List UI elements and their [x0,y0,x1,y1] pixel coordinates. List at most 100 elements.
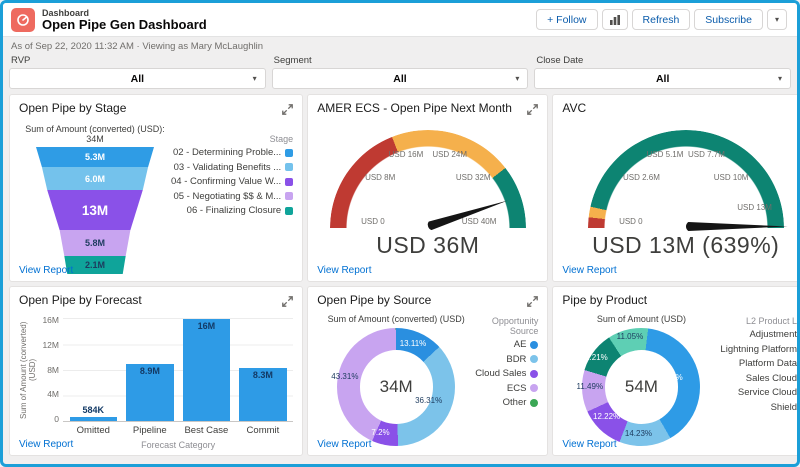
gauge-tick: USD 2.6M [622,173,660,183]
bar-plot-area[interactable]: 584K 8.9M 16M 8.3M [63,318,294,422]
slice-label: 12.22% [593,411,621,421]
gauge-tick: USD 0 [361,217,385,226]
bar-commit[interactable]: 8.3M [239,368,287,421]
chart-subtitle: Sum of Amount (USD) [596,314,686,324]
card-open-pipe-by-forecast: Open Pipe by Forecast Sum of Amount (con… [9,286,304,456]
expand-icon[interactable] [527,102,539,120]
widget-grid: Open Pipe by Stage Sum of Amount (conver… [9,94,797,456]
card-avc: AVC USD 0 USD 2.6M USD 5.1M USD 7.7M USD… [552,94,797,326]
refresh-button[interactable]: Refresh [631,9,691,30]
widget-title: Pipe by Product [562,293,648,307]
close-date-filter: Close Date All ▾ [534,55,791,89]
legend-chip [530,369,539,378]
funnel-value: 6.0M [84,173,105,184]
legend-item[interactable]: 04 - Confirming Value W... [171,176,294,187]
rvp-filter-select[interactable]: All ▾ [9,68,266,89]
close-date-filter-select[interactable]: All ▾ [534,68,791,89]
widget-title: Open Pipe by Stage [19,101,127,115]
bar-omitted[interactable]: 584K [69,405,118,421]
bar-best-case[interactable]: 16M [182,319,231,421]
funnel-slice[interactable]: 5.8M [59,230,131,256]
x-axis-ticks: Omitted Pipeline Best Case Commit [76,425,280,436]
expand-icon[interactable] [527,294,539,312]
gauge-tick: USD 32M [455,173,491,183]
slice-label: 13.11% [399,338,427,348]
expand-icon[interactable] [282,102,294,120]
legend-item[interactable]: 05 - Negotiating $$ & M... [171,191,294,202]
filter-value: All [655,72,670,85]
slice-label: 36.31% [415,396,443,406]
legend-chip [285,148,294,157]
follow-button[interactable]: + Follow [536,9,598,30]
legend-item[interactable]: Adjustment [720,329,797,340]
segment-filter-select[interactable]: All ▾ [271,68,529,89]
legend-item[interactable]: 02 - Determining Proble... [171,147,294,158]
chevron-down-icon: ▾ [252,74,257,83]
view-report-link[interactable]: View Report [562,439,616,450]
dashboard-app-icon [11,7,35,32]
subscribe-button[interactable]: Subscribe [694,9,763,30]
slice-label: 11.21% [581,352,608,362]
gauge-tick: USD 8M [365,173,396,183]
chart-subtitle: Sum of Amount (converted) (USD): 34M [25,124,165,144]
donut-chart[interactable]: 39.76% 14.23% 12.22% 11.49% 11.21% 11.05… [577,328,701,446]
legend-chip [285,192,294,200]
donut-center-value: 34M [379,377,413,396]
legend-item[interactable]: Platform Data [720,358,797,369]
stage-legend: Stage 02 - Determining Proble... 03 - Va… [171,124,294,274]
view-report-link[interactable]: View Report [317,439,371,450]
view-report-link[interactable]: View Report [19,265,73,276]
filter-label: RVP [11,55,31,66]
view-report-link[interactable]: View Report [19,439,73,450]
funnel-chart[interactable]: 5.3M 6.0M 13M 5.8M 2.1M [36,147,154,274]
gauge-chart[interactable]: USD 0 USD 8M USD 16M USD 24M USD 32M USD… [329,130,526,326]
view-report-link[interactable]: View Report [562,265,616,276]
gauge-tick: USD 5.1M [646,149,684,159]
donut-chart[interactable]: 13.11% 36.31% 7.2% 43.31% 34M [331,328,456,446]
funnel-value: 13M [81,202,109,218]
more-actions-button[interactable]: ▾ [766,9,787,30]
legend-item[interactable]: ECS [475,383,539,394]
legend-chip [285,163,294,171]
gauge-tick: USD 7.7M [688,149,725,159]
filter-label: Segment [273,55,312,66]
legend-item[interactable]: Lightning Platform [720,344,797,355]
charts-icon-button[interactable] [601,9,628,30]
card-amer-ecs-open-pipe-next-month: AMER ECS - Open Pipe Next Month USD 0 US… [307,94,549,326]
legend-item[interactable]: Sales Cloud [720,373,797,384]
card-open-pipe-by-stage: Open Pipe by Stage Sum of Amount (conver… [9,94,304,282]
funnel-slice[interactable]: 5.3M [36,147,154,167]
legend-item[interactable]: 03 - Validating Benefits ... [171,162,294,173]
widget-title: Open Pipe by Source [317,293,432,307]
legend-chip [530,384,539,392]
legend-title: Stage [269,134,294,144]
widget-title: AMER ECS - Open Pipe Next Month [317,101,512,115]
view-report-link[interactable]: View Report [317,265,371,276]
gauge-chart[interactable]: USD 0 USD 2.6M USD 5.1M USD 7.7M USD 10M… [587,130,788,326]
legend-item[interactable]: Other [475,397,539,408]
dashboard-header: Dashboard Open Pipe Gen Dashboard + Foll… [3,3,797,37]
legend-chip [530,398,539,407]
donut-center-value: 54M [624,377,658,396]
legend-item[interactable]: Cloud Sales [475,368,539,379]
filter-value: All [393,72,407,85]
legend-title: L2 Product Line [745,316,799,326]
widget-title: Open Pipe by Forecast [19,293,142,307]
bar-value: 8.9M [139,366,160,377]
legend-item[interactable]: AE [475,339,539,350]
funnel-slice[interactable]: 13M [47,190,143,230]
asof-text: As of Sep 22, 2020 11:32 AM · Viewing as… [11,41,264,52]
bar-chart-icon [609,14,620,25]
legend-title: Opportunity Source [491,316,539,336]
rvp-filter: RVP All ▾ [9,55,266,89]
funnel-slice[interactable]: 6.0M [41,167,149,190]
legend-item[interactable]: Shield [720,402,797,413]
legend-item[interactable]: Service Cloud [720,387,797,398]
expand-icon[interactable] [282,294,294,312]
filter-bar: RVP All ▾ Segment All ▾ Close Date All ▾ [9,55,791,89]
bar-value: 584K [82,405,105,416]
slice-label: 7.2% [371,428,390,438]
legend-item[interactable]: 06 - Finalizing Closure [171,205,294,216]
bar-pipeline[interactable]: 8.9M [126,364,174,421]
legend-item[interactable]: BDR [475,354,539,365]
